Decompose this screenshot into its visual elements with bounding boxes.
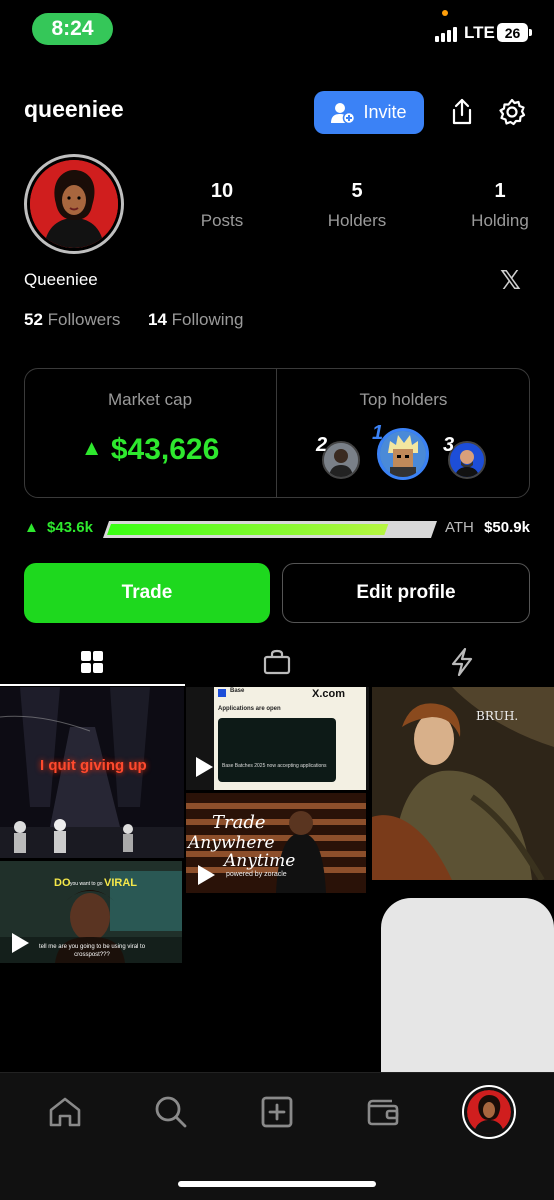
- viral-do: DO: [54, 877, 71, 889]
- viral-small: you want to go: [70, 881, 103, 887]
- create-icon: [261, 1096, 293, 1128]
- tab-activity[interactable]: [444, 646, 480, 678]
- market-cap-value: ▲ $43,626: [24, 433, 276, 467]
- lightning-icon: [451, 648, 473, 676]
- stat-holding-label: Holding: [471, 211, 529, 230]
- share-icon: [452, 98, 472, 125]
- stat-holders-value: 5: [351, 180, 363, 202]
- nav-home[interactable]: [43, 1090, 87, 1134]
- nav-wallet[interactable]: [361, 1090, 405, 1134]
- active-tab-indicator: [0, 684, 185, 686]
- followers-count: 52: [24, 310, 43, 329]
- market-cap-label: Market cap: [107, 390, 193, 409]
- battery-icon: 26: [497, 23, 528, 42]
- play-icon: [196, 757, 213, 777]
- current-value: ▲ $43.6k: [24, 519, 93, 536]
- ath-readout: ATH $50.9k: [445, 519, 530, 536]
- followers-label: Followers: [47, 310, 121, 329]
- ath-label: ATH: [445, 519, 474, 536]
- signal-icon: [435, 26, 457, 42]
- edit-profile-button[interactable]: Edit profile: [282, 563, 530, 623]
- following-label: Following: [171, 310, 244, 329]
- card-divider: [276, 368, 277, 498]
- post-viral[interactable]: DO you want to go VIRAL tell me are you …: [0, 861, 182, 963]
- concert-sign-text: I quit giving up: [40, 757, 147, 774]
- stat-holders[interactable]: 5 Holders: [302, 180, 412, 231]
- search-icon: [155, 1096, 187, 1128]
- trade-button[interactable]: Trade: [24, 563, 270, 623]
- x-logo-icon[interactable]: 𝕏: [500, 265, 521, 296]
- trade-line-3: Anytime: [224, 851, 296, 871]
- trade-line-1: Trade: [212, 812, 266, 833]
- following-link[interactable]: 14 Following: [148, 310, 243, 330]
- battery-level: 26: [504, 24, 521, 41]
- home-indicator: [178, 1181, 376, 1187]
- post-blank-card[interactable]: [372, 882, 554, 1072]
- holder-rank-3: 3: [443, 434, 455, 456]
- stat-holding-value: 1: [494, 180, 506, 202]
- base-card-caption: Base Batches 2025 now accepting applicat…: [222, 763, 327, 769]
- network-type: LTE: [464, 23, 495, 42]
- post-trade-anywhere[interactable]: Trade Anywhere Anytime powered by zoracl…: [186, 793, 366, 893]
- nav-profile-avatar[interactable]: [462, 1085, 516, 1139]
- top-holders-label: Top holders: [359, 390, 448, 409]
- stat-holders-label: Holders: [327, 211, 387, 230]
- gear-icon: [499, 98, 526, 126]
- current-value-text: $43.6k: [47, 519, 93, 536]
- avatar-thumbnail: [467, 1090, 511, 1134]
- display-name: Queeniee: [24, 270, 98, 289]
- home-icon: [49, 1097, 81, 1127]
- invite-button[interactable]: Invite: [314, 91, 424, 134]
- nav-create[interactable]: [255, 1090, 299, 1134]
- post-painting[interactable]: BRUH.: [372, 687, 554, 880]
- following-count: 14: [148, 310, 167, 329]
- post-base-batches[interactable]: Base X.com Applications are open Base Ba…: [186, 687, 369, 790]
- play-icon: [12, 933, 29, 953]
- privacy-indicator-dot: [442, 10, 448, 16]
- holder-avatar-2[interactable]: [322, 441, 360, 479]
- stat-posts-value: 10: [210, 180, 234, 202]
- trade-line-2: Anywhere: [188, 833, 275, 853]
- share-button[interactable]: [444, 94, 480, 130]
- followers-link[interactable]: 52 Followers: [24, 310, 120, 330]
- base-card-title: Applications are open: [218, 706, 281, 712]
- tab-posts-grid[interactable]: [74, 646, 110, 678]
- stat-posts[interactable]: 10 Posts: [167, 180, 277, 231]
- battery-tip: [529, 29, 532, 36]
- painting-text: BRUH.: [476, 709, 519, 723]
- profile-avatar[interactable]: [24, 154, 124, 254]
- username: queeniee: [24, 96, 124, 122]
- post-concert[interactable]: I quit giving up: [0, 687, 184, 858]
- add-person-icon: [331, 102, 356, 124]
- ath-progress-bar: [103, 519, 437, 540]
- base-card-site: X.com: [312, 688, 346, 700]
- shopping-bag-icon: [263, 649, 291, 675]
- base-card-brand: Base: [230, 688, 245, 694]
- grid-icon: [81, 651, 103, 673]
- viral-word: VIRAL: [104, 877, 137, 889]
- market-cap-amount: $43,626: [110, 433, 220, 466]
- settings-button[interactable]: [494, 94, 530, 130]
- up-triangle-small-icon: ▲: [24, 519, 39, 536]
- holder-rank-1: 1: [372, 422, 384, 444]
- stat-posts-label: Posts: [200, 211, 244, 230]
- status-time: 8:24: [32, 13, 113, 45]
- play-icon: [198, 865, 215, 885]
- trade-powered: powered by zoracle: [226, 871, 287, 878]
- stat-holding[interactable]: 1 Holding: [445, 180, 554, 231]
- invite-label: Invite: [363, 102, 407, 122]
- ath-value: $50.9k: [484, 519, 530, 536]
- wallet-icon: [367, 1099, 399, 1126]
- holder-avatar-1[interactable]: [377, 428, 429, 480]
- nav-search[interactable]: [149, 1090, 193, 1134]
- avatar-image: [30, 160, 118, 248]
- up-triangle-icon: ▲: [80, 435, 103, 460]
- tab-shop[interactable]: [259, 646, 295, 678]
- holder-rank-2: 2: [316, 434, 328, 456]
- viral-caption: tell me are you going to be using viral …: [38, 944, 146, 958]
